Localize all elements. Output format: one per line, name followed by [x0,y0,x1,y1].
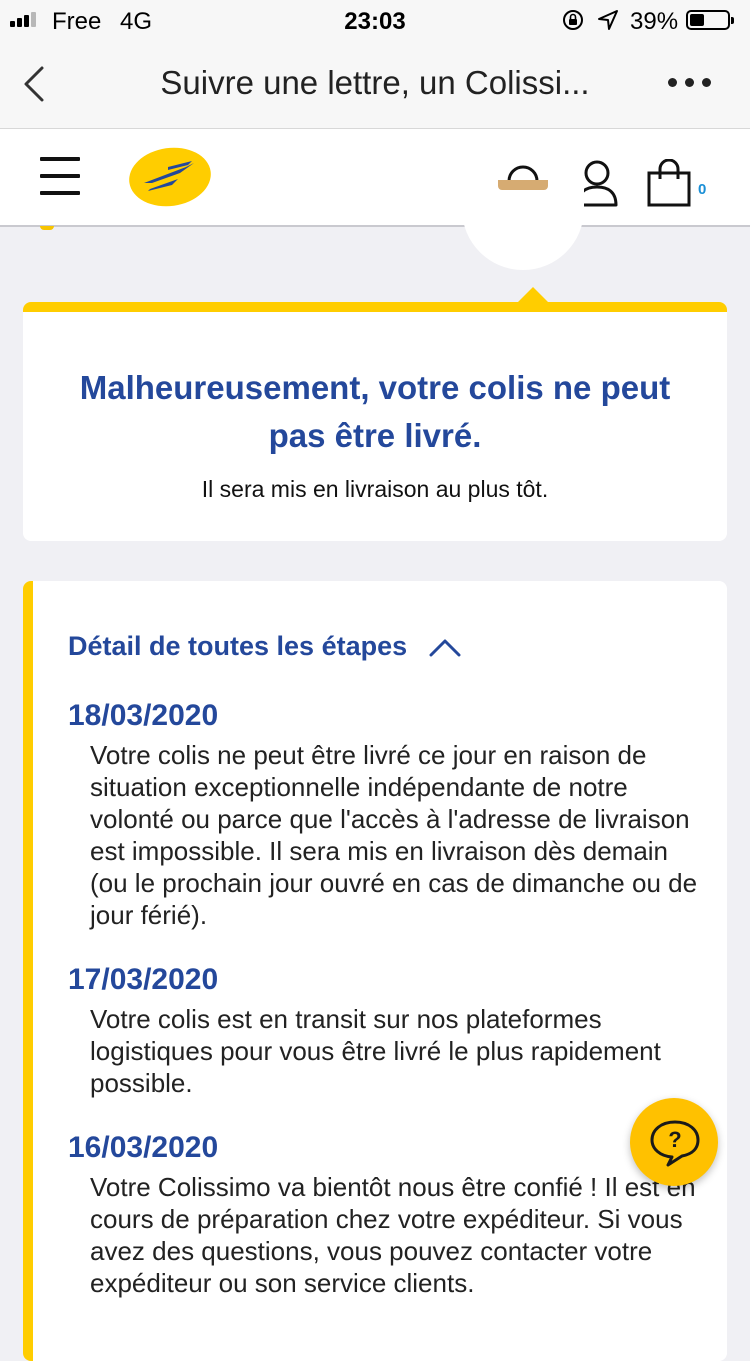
steps-header-label: Détail de toutes les étapes [68,631,408,661]
svg-text:?: ? [668,1127,681,1152]
delivery-status-card: Malheureusement, votre colis ne peut pas… [23,287,727,541]
parcel-illustration [462,180,584,270]
navigation-bar: Suivre une lettre, un Colissi... [0,40,750,129]
step-date: 18/03/2020 [68,699,219,732]
dot-icon [668,78,677,87]
dot-icon [685,78,694,87]
decorative-dot [40,226,54,230]
status-bar: Free 4G 23:03 39% [0,0,750,40]
chevron-up-icon [429,639,461,656]
help-chat-button[interactable]: ? [630,1098,718,1186]
steps-toggle[interactable]: Détail de toutes les étapes [68,631,461,662]
help-question-icon: ? [650,1120,700,1167]
cart-count-badge: 0 [698,181,707,198]
more-options-button[interactable] [668,78,711,87]
status-subtitle: Il sera mis en livraison au plus tôt. [201,476,549,502]
step-date: 16/03/2020 [68,1131,219,1164]
back-button[interactable] [18,64,52,104]
status-pointer [517,287,549,303]
step-description: Votre Colissimo va bientôt nous être con… [90,1172,696,1298]
step-description: Votre colis est en transit sur nos plate… [90,1004,661,1098]
la-poste-logo[interactable] [128,145,212,209]
status-title: Malheureusement, votre colis ne peut pas… [79,369,671,454]
dot-icon [702,78,711,87]
tracking-steps-card: Détail de toutes les étapes 18/03/2020 V… [23,581,727,1361]
shopping-bag-icon[interactable] [646,159,692,207]
battery-icon [686,10,734,30]
page-title: Suivre une lettre, un Colissi... [160,64,590,101]
step-date: 17/03/2020 [68,963,219,996]
battery-fill [690,14,704,26]
battery-percent: 39% [630,8,679,35]
site-header: 0 [0,129,750,227]
menu-button[interactable] [40,157,80,195]
orientation-lock-icon [563,10,583,30]
parcel-icon [498,180,548,190]
step-description: Votre colis ne peut être livré ce jour e… [90,740,698,930]
location-arrow-icon [598,10,618,30]
